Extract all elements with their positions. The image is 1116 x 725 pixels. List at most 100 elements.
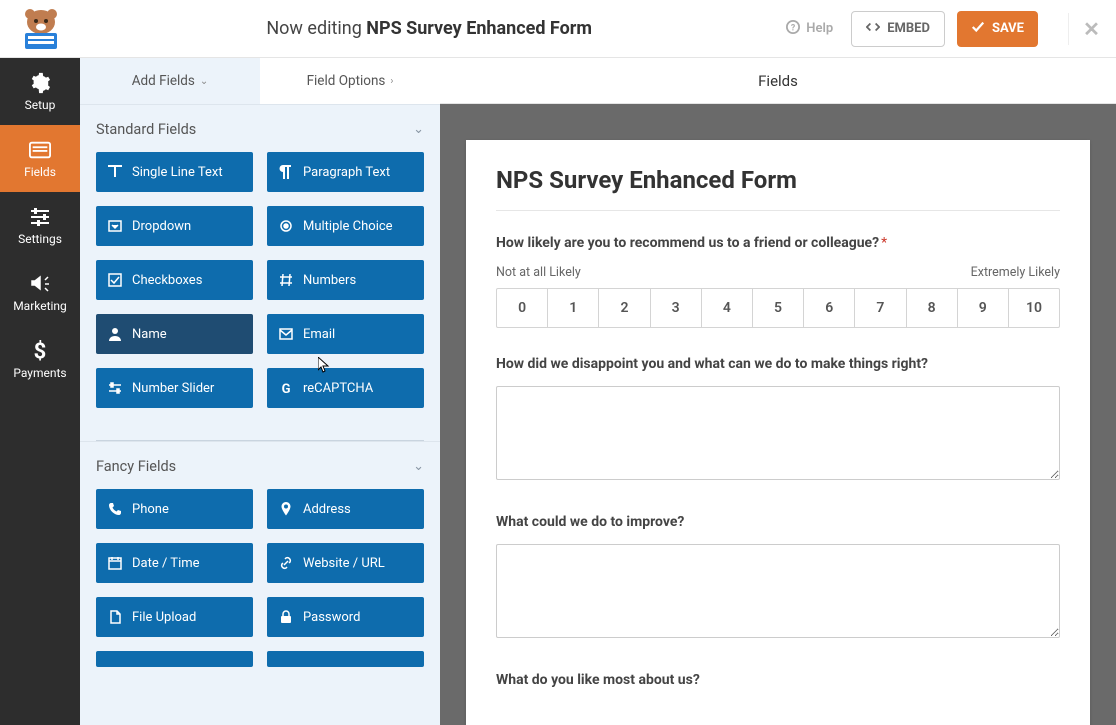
question-improve[interactable]: What could we do to improve? — [496, 514, 1060, 672]
fields-panel: Add Fields ⌄ Field Options › Standard Fi… — [80, 58, 440, 725]
scale-cell[interactable]: 3 — [651, 289, 702, 327]
save-button[interactable]: SAVE — [957, 11, 1038, 47]
field-phone[interactable]: Phone — [96, 489, 253, 529]
nav-marketing-label: Marketing — [13, 299, 67, 313]
tab-add-fields[interactable]: Add Fields ⌄ — [80, 58, 260, 104]
scale-low-label: Not at all Likely — [496, 265, 581, 280]
field-more-1[interactable] — [96, 651, 253, 667]
section-fancy-fields[interactable]: Fancy Fields ⌄ — [80, 441, 440, 489]
app-logo — [10, 4, 72, 54]
question-like-most[interactable]: What do you like most about us? — [496, 672, 1060, 688]
nav-settings-label: Settings — [18, 232, 62, 246]
scale-high-label: Extremely Likely — [971, 265, 1060, 280]
field-label: Number Slider — [132, 381, 214, 396]
chevron-down-icon: ⌄ — [200, 76, 208, 87]
section-fancy-label: Fancy Fields — [96, 458, 176, 475]
help-button[interactable]: ? Help — [786, 20, 833, 38]
nav-setup-label: Setup — [25, 98, 56, 112]
scale-cell[interactable]: 8 — [907, 289, 958, 327]
scale-cell[interactable]: 9 — [958, 289, 1009, 327]
svg-text:$: $ — [34, 340, 47, 362]
field-paragraph-text[interactable]: Paragraph Text — [267, 152, 424, 192]
question-recommend[interactable]: How likely are you to recommend us to a … — [496, 235, 1060, 328]
field-checkboxes[interactable]: Checkboxes — [96, 260, 253, 300]
nav-settings[interactable]: Settings — [0, 192, 80, 259]
main-area: Setup Fields Settings Marketing $ Paymen… — [0, 58, 1116, 725]
field-label: Single Line Text — [132, 165, 223, 180]
field-address[interactable]: Address — [267, 489, 424, 529]
canvas-tab-fields[interactable]: Fields — [758, 72, 798, 90]
scale-cell[interactable]: 0 — [497, 289, 548, 327]
field-label: Numbers — [303, 273, 356, 288]
field-multiple-choice[interactable]: Multiple Choice — [267, 206, 424, 246]
radio-icon — [279, 219, 293, 233]
field-name[interactable]: Name — [96, 314, 253, 354]
question-disappoint[interactable]: How did we disappoint you and what can w… — [496, 356, 1060, 514]
field-label: reCAPTCHA — [303, 381, 373, 396]
left-nav: Setup Fields Settings Marketing $ Paymen… — [0, 58, 80, 725]
field-more-2[interactable] — [267, 651, 424, 667]
field-numbers[interactable]: Numbers — [267, 260, 424, 300]
fancy-field-grid: Phone Address Date / Time Website / URL … — [80, 489, 440, 675]
field-recaptcha[interactable]: GreCAPTCHA — [267, 368, 424, 408]
form-preview: NPS Survey Enhanced Form How likely are … — [466, 140, 1090, 725]
scale-cell[interactable]: 5 — [753, 289, 804, 327]
paragraph-icon — [279, 165, 293, 179]
editing-prefix: Now editing — [266, 18, 366, 39]
envelope-icon — [279, 327, 293, 341]
nav-fields[interactable]: Fields — [0, 125, 80, 192]
field-number-slider[interactable]: Number Slider — [96, 368, 253, 408]
form-title: NPS Survey Enhanced Form — [496, 166, 1060, 194]
embed-button[interactable]: EMBED — [851, 11, 945, 47]
close-button[interactable]: ✕ — [1068, 13, 1100, 45]
scale-cell[interactable]: 1 — [548, 289, 599, 327]
tab-field-options[interactable]: Field Options › — [260, 58, 440, 104]
phone-icon — [108, 502, 122, 516]
nav-payments[interactable]: $ Payments — [0, 326, 80, 393]
scale-cell[interactable]: 2 — [599, 289, 650, 327]
scale-cell[interactable]: 6 — [804, 289, 855, 327]
gear-icon — [29, 72, 51, 94]
nav-setup[interactable]: Setup — [0, 58, 80, 125]
field-email[interactable]: Email — [267, 314, 424, 354]
chevron-right-icon: › — [390, 76, 393, 87]
top-bar: Now editing NPS Survey Enhanced Form ? H… — [0, 0, 1116, 58]
sliders-icon — [29, 206, 51, 228]
text-icon — [108, 165, 122, 179]
field-label: Name — [132, 327, 167, 342]
field-date-time[interactable]: Date / Time — [96, 543, 253, 583]
dropdown-icon — [108, 219, 122, 233]
q3-textarea[interactable] — [496, 544, 1060, 638]
scale-cell[interactable]: 7 — [855, 289, 906, 327]
canvas-tab-label: Fields — [758, 72, 798, 90]
svg-text:G: G — [282, 382, 291, 395]
file-icon — [108, 610, 122, 624]
nps-scale: 0 1 2 3 4 5 6 7 8 9 10 — [496, 288, 1060, 328]
scale-cell[interactable]: 10 — [1009, 289, 1059, 327]
field-label: Email — [303, 327, 335, 342]
help-label: Help — [806, 21, 833, 36]
tab-add-fields-label: Add Fields — [132, 73, 195, 89]
scale-cell[interactable]: 4 — [702, 289, 753, 327]
field-password[interactable]: Password — [267, 597, 424, 637]
q2-textarea[interactable] — [496, 386, 1060, 480]
nav-payments-label: Payments — [13, 366, 66, 380]
field-label: Date / Time — [132, 556, 200, 571]
embed-label: EMBED — [887, 21, 930, 36]
tab-field-options-label: Field Options — [307, 73, 386, 89]
panel-tabs: Add Fields ⌄ Field Options › — [80, 58, 440, 104]
field-dropdown[interactable]: Dropdown — [96, 206, 253, 246]
field-website-url[interactable]: Website / URL — [267, 543, 424, 583]
standard-field-grid: Single Line Text Paragraph Text Dropdown… — [80, 152, 440, 416]
field-single-line-text[interactable]: Single Line Text — [96, 152, 253, 192]
chevron-down-icon: ⌄ — [413, 459, 424, 474]
scale-labels: Not at all Likely Extremely Likely — [496, 265, 1060, 280]
field-file-upload[interactable]: File Upload — [96, 597, 253, 637]
nav-marketing[interactable]: Marketing — [0, 259, 80, 326]
calendar-icon — [108, 556, 122, 570]
divider — [496, 210, 1060, 211]
slider-icon — [108, 381, 122, 395]
section-standard-fields[interactable]: Standard Fields ⌄ — [80, 104, 440, 152]
field-label: Phone — [132, 502, 169, 517]
field-label: Website / URL — [303, 556, 385, 571]
